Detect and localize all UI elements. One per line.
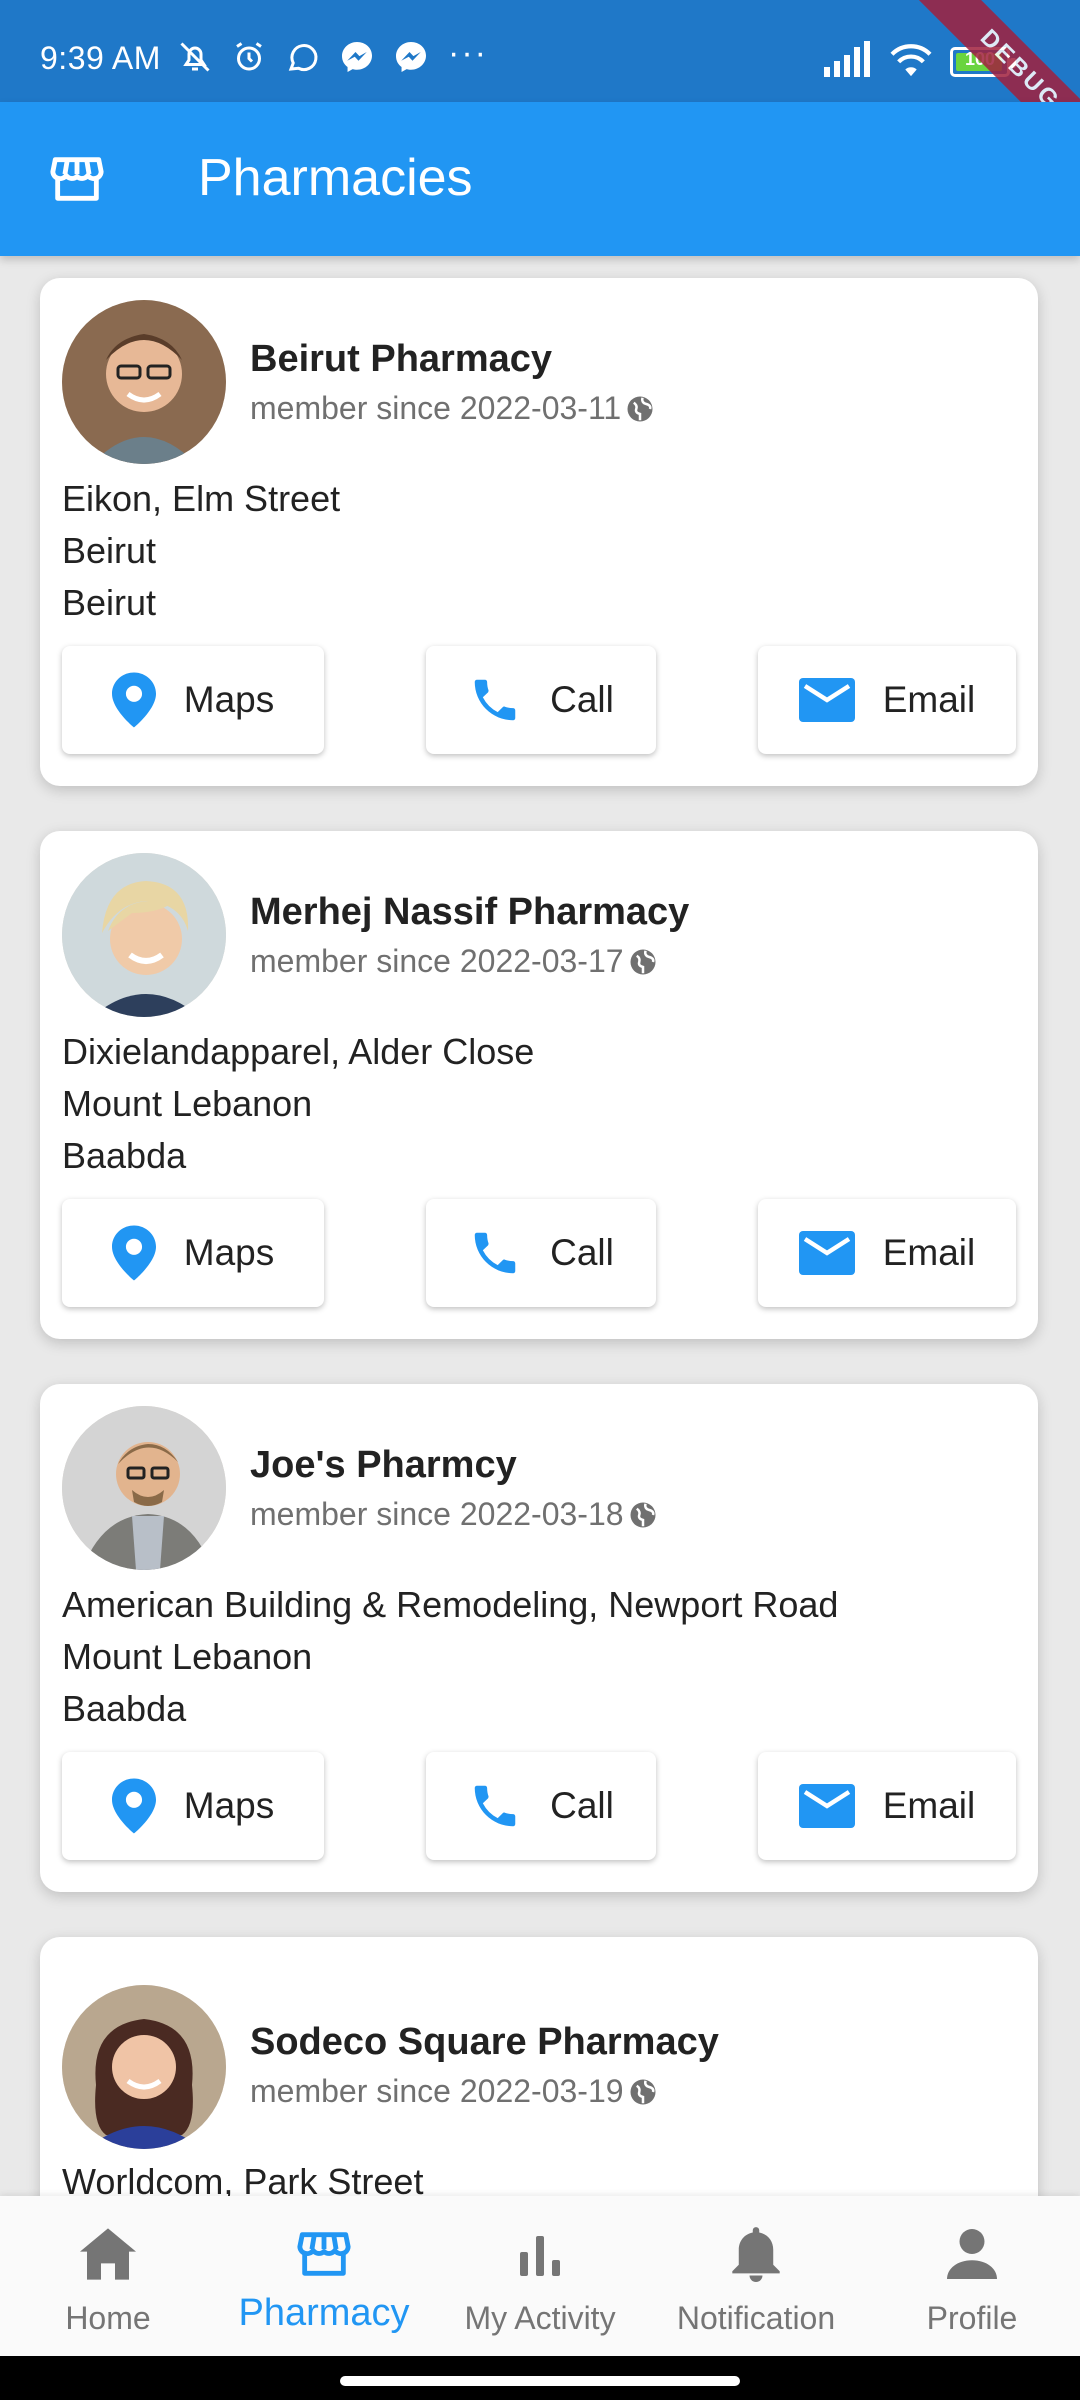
messenger-icon xyxy=(338,38,376,76)
bottom-navigation: Home Pharmacy My Activity Notification P… xyxy=(0,2196,1080,2356)
pharmacy-name: Beirut Pharmacy xyxy=(250,338,553,380)
email-icon xyxy=(798,1784,855,1828)
status-bar: 9:39 AM ··· 100 DEBUG xyxy=(0,0,1080,178)
storefront-icon xyxy=(297,2232,351,2276)
maps-button[interactable]: Maps xyxy=(62,1752,324,1860)
pharmacy-name: Joe's Pharmcy xyxy=(250,1444,517,1486)
email-button[interactable]: Email xyxy=(758,1752,1016,1860)
nav-home[interactable]: Home xyxy=(0,2224,216,2337)
page-title: Pharmacies xyxy=(198,149,473,207)
email-label: Email xyxy=(882,679,976,720)
whatsapp-icon xyxy=(284,38,322,76)
maps-button[interactable]: Maps xyxy=(62,646,324,754)
maps-label: Maps xyxy=(183,679,275,720)
nav-notification-label: Notification xyxy=(676,2300,836,2336)
more-notifications-icon: ··· xyxy=(448,34,488,72)
address-line-1: Dixielandapparel, Alder Close xyxy=(62,1031,535,1072)
member-since: member since 2022-03-19 xyxy=(250,2073,658,2110)
status-time: 9:39 AM xyxy=(40,40,161,76)
call-button[interactable]: Call xyxy=(426,646,656,754)
nav-pharmacy-label: Pharmacy xyxy=(238,2292,410,2334)
globe-icon xyxy=(630,949,656,974)
notification-icons xyxy=(176,38,430,76)
mute-icon xyxy=(176,38,214,76)
call-label: Call xyxy=(550,1232,614,1273)
location-pin-icon xyxy=(111,1778,156,1834)
phone-icon xyxy=(474,1232,516,1274)
call-label: Call xyxy=(550,679,614,720)
address-line-3: Baabda xyxy=(62,1688,187,1729)
call-button[interactable]: Call xyxy=(426,1752,656,1860)
home-gesture-handle[interactable] xyxy=(340,2376,740,2386)
messenger-icon-2 xyxy=(392,38,430,76)
nav-home-label: Home xyxy=(65,2300,151,2336)
member-since-text: member since 2022-03-11 xyxy=(250,390,622,426)
pharmacy-card[interactable]: Merhej Nassif Pharmacy member since 2022… xyxy=(40,831,1038,1339)
maps-label: Maps xyxy=(183,1232,275,1273)
pharmacy-name: Sodeco Square Pharmacy xyxy=(250,2021,719,2063)
member-since: member since 2022-03-18 xyxy=(250,1496,658,1533)
globe-icon xyxy=(630,2079,656,2104)
bar-chart-icon xyxy=(520,2236,560,2276)
pharmacy-name: Merhej Nassif Pharmacy xyxy=(250,891,690,933)
storefront-icon xyxy=(48,150,106,208)
email-icon xyxy=(798,1231,855,1275)
home-icon xyxy=(80,2228,136,2280)
signal-icon xyxy=(822,41,872,82)
email-label: Email xyxy=(882,1785,976,1826)
nav-my-activity-label: My Activity xyxy=(464,2300,616,2336)
address-line-3: Beirut xyxy=(62,582,157,623)
address-line-2: Mount Lebanon xyxy=(62,1636,313,1677)
member-since-text: member since 2022-03-17 xyxy=(250,943,624,979)
avatar xyxy=(62,853,226,1017)
email-icon xyxy=(798,678,855,722)
wifi-icon xyxy=(888,40,934,83)
pharmacy-card[interactable]: Sodeco Square Pharmacy member since 2022… xyxy=(40,1937,1038,2196)
nav-my-activity[interactable]: My Activity xyxy=(432,2224,648,2337)
member-since-text: member since 2022-03-19 xyxy=(250,2073,624,2109)
address-line-1: Worldcom, Park Street xyxy=(62,2161,424,2196)
call-label: Call xyxy=(550,1785,614,1826)
globe-icon xyxy=(627,396,653,421)
nav-profile-label: Profile xyxy=(926,2300,1018,2336)
nav-profile[interactable]: Profile xyxy=(864,2224,1080,2337)
address-line-2: Mount Lebanon xyxy=(62,1083,313,1124)
member-since-text: member since 2022-03-18 xyxy=(250,1496,624,1532)
avatar xyxy=(62,300,226,464)
pharmacy-list[interactable]: Beirut Pharmacy member since 2022-03-11 … xyxy=(0,256,1080,2196)
address-line-2: Beirut xyxy=(62,530,157,571)
pharmacy-card[interactable]: Joe's Pharmcy member since 2022-03-18 Am… xyxy=(40,1384,1038,1892)
maps-button[interactable]: Maps xyxy=(62,1199,324,1307)
globe-icon xyxy=(630,1502,656,1527)
call-button[interactable]: Call xyxy=(426,1199,656,1307)
phone-icon xyxy=(474,679,516,721)
system-navigation-bar xyxy=(0,2356,1080,2400)
maps-label: Maps xyxy=(183,1785,275,1826)
avatar xyxy=(62,1406,226,1570)
nav-pharmacy[interactable]: Pharmacy xyxy=(216,2224,432,2335)
pharmacy-card[interactable]: Beirut Pharmacy member since 2022-03-11 … xyxy=(40,278,1038,786)
member-since: member since 2022-03-11 xyxy=(250,390,655,427)
address-line-1: American Building & Remodeling, Newport … xyxy=(62,1584,839,1625)
person-icon xyxy=(947,2229,997,2279)
bell-icon xyxy=(732,2227,780,2282)
alarm-icon xyxy=(230,38,268,76)
location-pin-icon xyxy=(111,1225,156,1281)
address-line-3: Baabda xyxy=(62,1135,187,1176)
member-since: member since 2022-03-17 xyxy=(250,943,658,980)
email-button[interactable]: Email xyxy=(758,646,1016,754)
location-pin-icon xyxy=(111,672,156,728)
app-bar: Pharmacies xyxy=(0,102,1080,256)
avatar xyxy=(62,1985,226,2149)
nav-notification[interactable]: Notification xyxy=(648,2224,864,2337)
email-label: Email xyxy=(882,1232,976,1273)
email-button[interactable]: Email xyxy=(758,1199,1016,1307)
phone-icon xyxy=(474,1785,516,1827)
address-line-1: Eikon, Elm Street xyxy=(62,478,341,519)
